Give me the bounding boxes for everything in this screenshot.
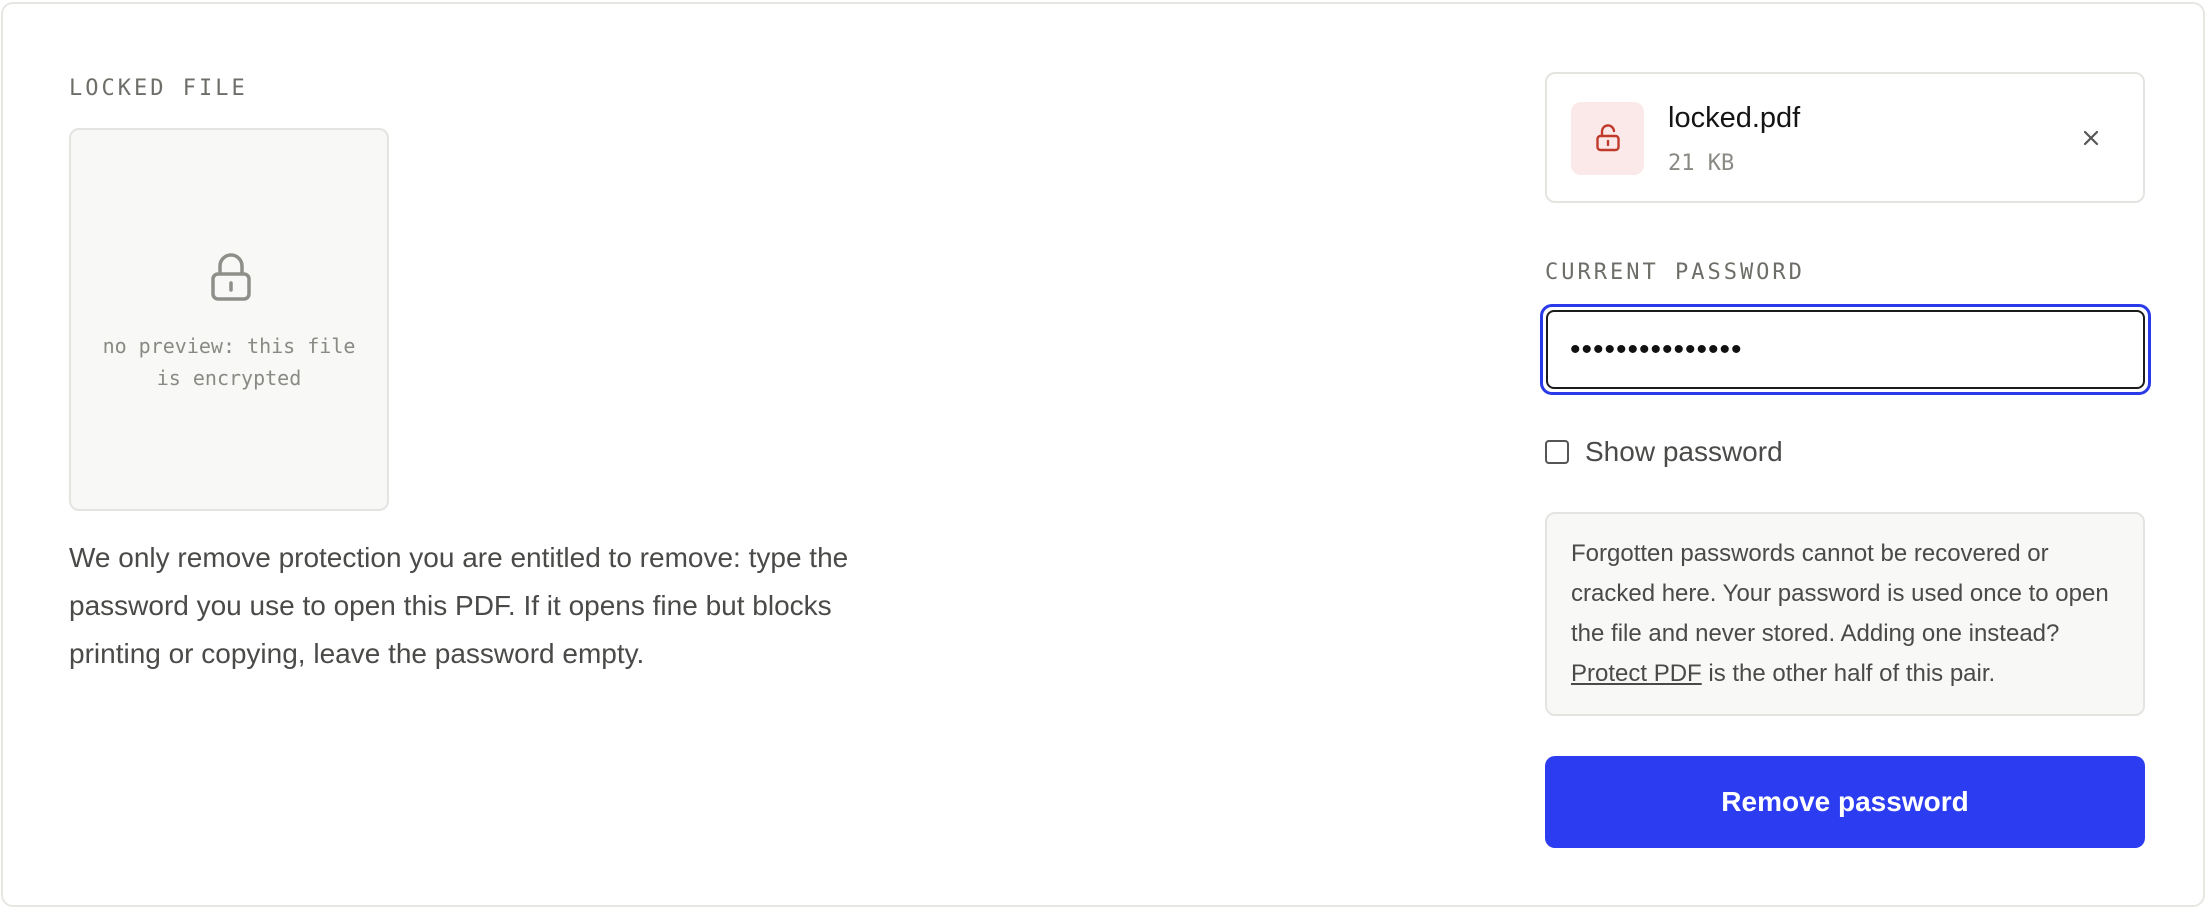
- selected-file-card: locked.pdf 21 KB: [1545, 72, 2145, 203]
- file-icon-badge: [1571, 102, 1644, 175]
- file-name: locked.pdf: [1668, 102, 1801, 134]
- password-notice: Forgotten passwords cannot be recovered …: [1545, 512, 2145, 716]
- notice-text-end: is the other half of this pair.: [1701, 660, 1996, 687]
- close-icon[interactable]: [2077, 124, 2105, 152]
- current-password-input[interactable]: •••••••••••••••: [1540, 304, 2151, 395]
- show-password-checkbox[interactable]: [1545, 440, 1569, 464]
- remove-password-button[interactable]: Remove password: [1545, 756, 2145, 848]
- show-password-label: Show password: [1585, 436, 1783, 467]
- current-password-label: CURRENT PASSWORD: [1545, 260, 1805, 285]
- lock-icon: [211, 253, 251, 301]
- show-password-toggle[interactable]: Show password: [1545, 436, 1783, 468]
- remove-password-panel: LOCKED FILE no preview: this file is enc…: [1, 2, 2205, 907]
- locked-file-label: LOCKED FILE: [69, 76, 248, 101]
- password-masked-value[interactable]: •••••••••••••••: [1546, 310, 2145, 389]
- preview-message: no preview: this file is encrypted: [102, 334, 356, 390]
- unlocked-padlock-icon: [1596, 124, 1620, 152]
- protect-pdf-link[interactable]: Protect PDF: [1571, 660, 1702, 687]
- file-size: 21 KB: [1668, 151, 1735, 176]
- notice-text: Forgotten passwords cannot be recovered …: [1571, 540, 2109, 647]
- explanation-text: We only remove protection you are entitl…: [69, 542, 849, 669]
- file-preview: no preview: this file is encrypted: [69, 128, 389, 511]
